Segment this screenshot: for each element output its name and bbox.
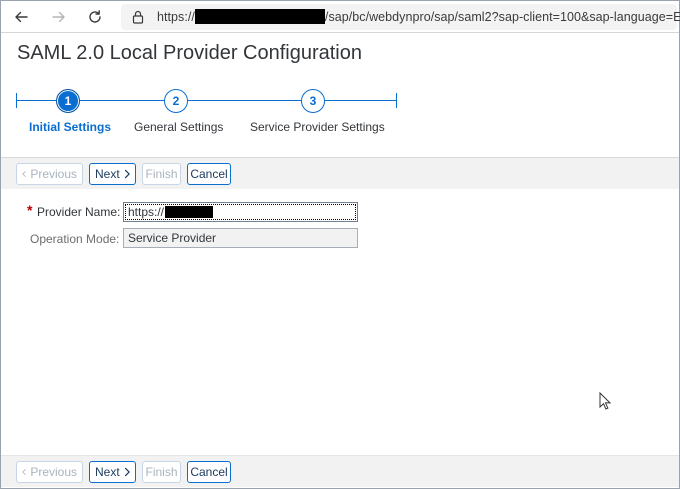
operation-mode-label: Operation Mode: — [30, 232, 120, 246]
previous-label: Previous — [30, 465, 77, 479]
roadmap: 1 2 3 Initial Settings General Settings … — [0, 82, 678, 142]
next-button-bottom[interactable]: Next — [89, 461, 136, 483]
finish-label: Finish — [145, 465, 178, 479]
redacted-value — [165, 206, 214, 218]
cancel-label: Cancel — [190, 167, 228, 181]
url-text: https:// /sap/bc/webdynpro/sap/saml2?sap-… — [157, 9, 680, 24]
chevron-right-icon — [124, 467, 130, 477]
chevron-left-icon — [22, 171, 26, 177]
url-path: /sap/bc/webdynpro/sap/saml2?sap-client=1… — [324, 10, 680, 24]
previous-button-bottom[interactable]: Previous — [16, 461, 83, 483]
roadmap-end-cap — [396, 93, 397, 108]
cancel-button-top[interactable]: Cancel — [187, 163, 231, 185]
redacted-host — [194, 9, 325, 24]
back-button[interactable] — [9, 5, 33, 29]
forward-button[interactable] — [47, 5, 71, 29]
lock-icon — [132, 10, 144, 24]
finish-button-top[interactable]: Finish — [142, 163, 181, 185]
required-indicator: * — [27, 202, 33, 218]
refresh-button[interactable] — [83, 5, 107, 29]
page-title: SAML 2.0 Local Provider Configuration — [17, 42, 362, 64]
previous-button-top[interactable]: Previous — [16, 163, 83, 185]
url-prefix: https:// — [157, 10, 195, 24]
roadmap-step-1[interactable]: 1 — [56, 89, 80, 113]
arrow-left-icon — [15, 11, 28, 23]
next-label: Next — [95, 465, 120, 479]
finish-button-bottom[interactable]: Finish — [142, 461, 181, 483]
operation-mode-value: Service Provider — [128, 231, 217, 245]
operation-mode-field: Service Provider — [123, 228, 358, 248]
bottom-toolbar: Previous Next Finish Cancel — [1, 455, 679, 487]
cancel-button-bottom[interactable]: Cancel — [187, 461, 231, 483]
finish-label: Finish — [145, 167, 178, 181]
roadmap-step-2[interactable]: 2 — [164, 89, 188, 113]
mouse-pointer-icon — [599, 392, 611, 410]
next-label: Next — [95, 167, 120, 181]
roadmap-label-service-provider-settings[interactable]: Service Provider Settings — [250, 120, 385, 134]
roadmap-label-initial-settings[interactable]: Initial Settings — [29, 120, 111, 134]
browser-toolbar: https:// /sap/bc/webdynpro/sap/saml2?sap-… — [1, 1, 680, 33]
roadmap-step-3[interactable]: 3 — [301, 89, 325, 113]
refresh-icon — [89, 10, 101, 23]
previous-label: Previous — [30, 167, 77, 181]
provider-name-label: Provider Name: — [37, 205, 121, 219]
cancel-label: Cancel — [190, 465, 228, 479]
top-toolbar: Previous Next Finish Cancel — [1, 157, 679, 189]
address-bar[interactable]: https:// /sap/bc/webdynpro/sap/saml2?sap-… — [121, 4, 680, 30]
chevron-left-icon — [22, 469, 26, 475]
arrow-right-icon — [52, 11, 65, 23]
roadmap-label-general-settings[interactable]: General Settings — [134, 120, 223, 134]
provider-name-input[interactable]: https:// — [123, 202, 358, 222]
chevron-right-icon — [124, 169, 130, 179]
provider-name-value: https:// — [128, 205, 165, 219]
next-button-top[interactable]: Next — [89, 163, 136, 185]
